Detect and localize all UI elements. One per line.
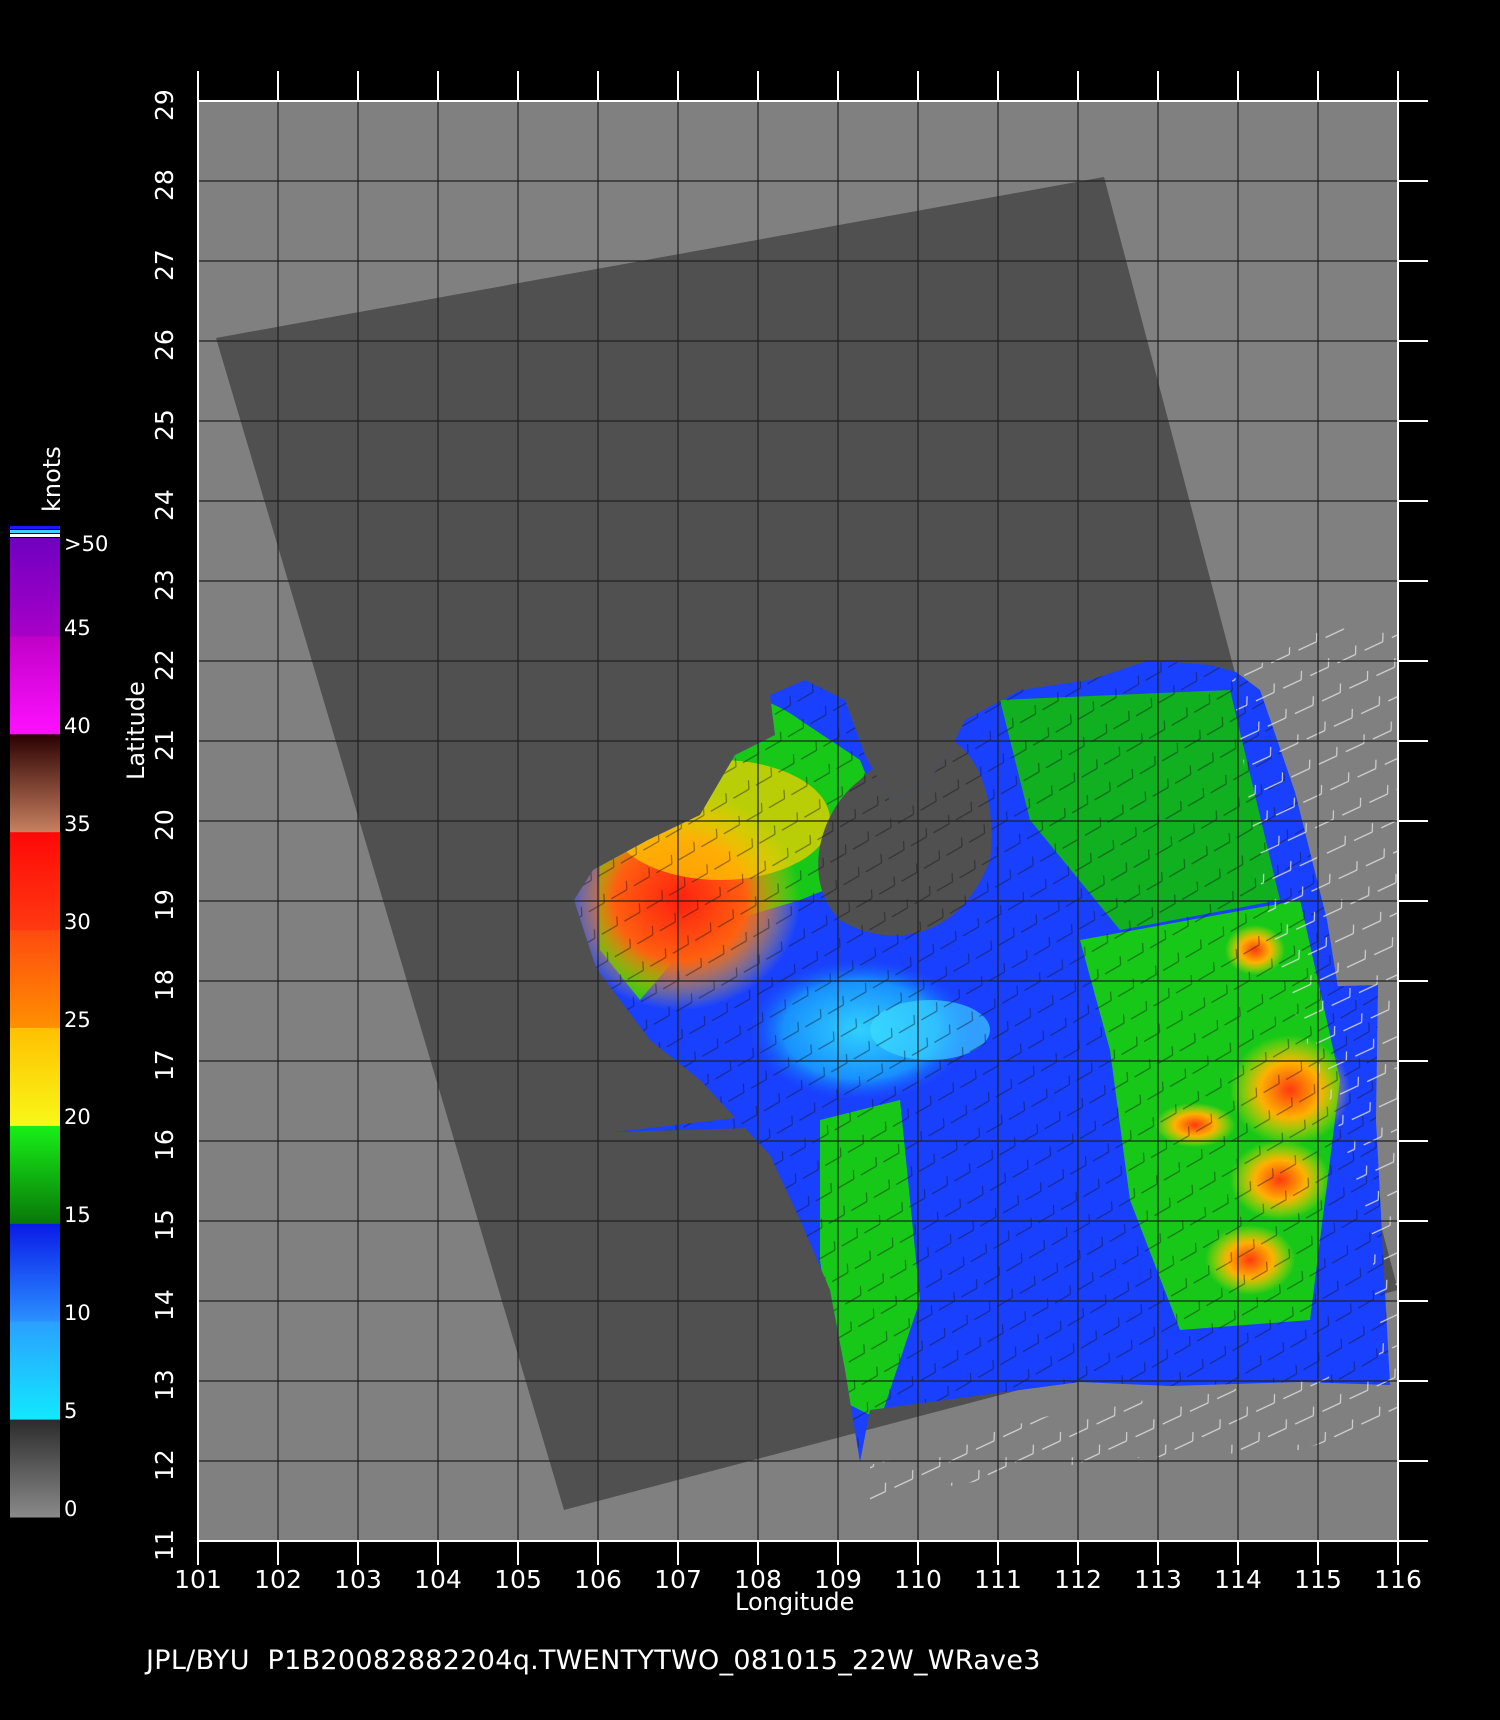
lon-tick-label: 103	[334, 1565, 382, 1594]
lat-tick-label: 11	[150, 1529, 179, 1561]
colorbar-band	[10, 1321, 60, 1420]
colorbar-band	[10, 831, 60, 931]
lon-tick-label: 104	[414, 1565, 462, 1594]
y-axis-title: Latitude	[122, 681, 150, 780]
colorbar-overflow-stripe	[10, 534, 60, 537]
lon-tick-label: 115	[1294, 1565, 1342, 1594]
colorbar-band	[10, 929, 60, 1028]
lat-tick-label: 26	[150, 329, 179, 361]
colorbar-label: 15	[64, 1203, 91, 1228]
colorbar-band	[10, 635, 60, 735]
lon-tick-label: 116	[1374, 1565, 1422, 1594]
lat-tick-label: 17	[150, 1049, 179, 1081]
lat-tick-label: 13	[150, 1369, 179, 1401]
colorbar-label: 0	[64, 1497, 78, 1521]
colorbar-overflow-stripe	[10, 530, 60, 533]
wind-speed-colorbar	[10, 526, 60, 1518]
colorbar-band	[10, 538, 60, 637]
lon-tick-label: 101	[174, 1565, 222, 1594]
lon-tick-label: 111	[974, 1565, 1022, 1594]
colorbar-band	[10, 1125, 60, 1224]
colorbar-label: 25	[64, 1007, 91, 1032]
lon-tick-label: 106	[574, 1565, 622, 1594]
colorbar-label: 40	[64, 713, 91, 738]
lat-tick-label: 21	[150, 729, 179, 761]
colorbar-band	[10, 1223, 60, 1322]
lat-tick-label: 24	[150, 489, 179, 521]
colorbar-label: 45	[64, 615, 91, 640]
lat-tick-label: 27	[150, 249, 179, 281]
lat-tick-label: 19	[150, 889, 179, 921]
lon-tick-label: 112	[1054, 1565, 1102, 1594]
lon-tick-label: 110	[894, 1565, 942, 1594]
lat-tick-label: 25	[150, 409, 179, 441]
lat-tick-label: 28	[150, 169, 179, 201]
lat-tick-label: 23	[150, 569, 179, 601]
lat-tick-label: 15	[150, 1209, 179, 1241]
colorbar-label: 30	[64, 909, 91, 934]
colorbar-label: 10	[64, 1301, 91, 1326]
lon-tick-label: 105	[494, 1565, 542, 1594]
colorbar-label: 35	[64, 811, 91, 836]
colorbar-overflow-stripe	[10, 526, 60, 529]
lat-tick-label: 12	[150, 1449, 179, 1481]
colorbar-label: 5	[64, 1399, 78, 1424]
map-plot-area	[198, 101, 1398, 1541]
lat-tick-label: 29	[150, 89, 179, 121]
lat-tick-label: 18	[150, 969, 179, 1001]
colorbar-units: knots	[38, 446, 66, 512]
colorbar-band	[10, 733, 60, 833]
lat-tick-label: 20	[150, 809, 179, 841]
colorbar-band	[10, 1027, 60, 1126]
colorbar-label: >50	[64, 532, 109, 556]
wind-map	[10, 71, 1428, 1565]
lon-tick-label: 114	[1214, 1565, 1262, 1594]
x-axis-title: Longitude	[735, 1588, 855, 1616]
product-caption: JPL/BYU P1B20082882204q.TWENTYTWO_081015…	[146, 1645, 1041, 1676]
lon-tick-label: 107	[654, 1565, 702, 1594]
lon-tick-label: 113	[1134, 1565, 1182, 1594]
lat-tick-label: 22	[150, 649, 179, 681]
colorbar-label: 20	[64, 1105, 91, 1130]
lat-tick-label: 14	[150, 1289, 179, 1321]
lat-tick-label: 16	[150, 1129, 179, 1161]
colorbar-band	[10, 1419, 60, 1518]
lon-tick-label: 102	[254, 1565, 302, 1594]
